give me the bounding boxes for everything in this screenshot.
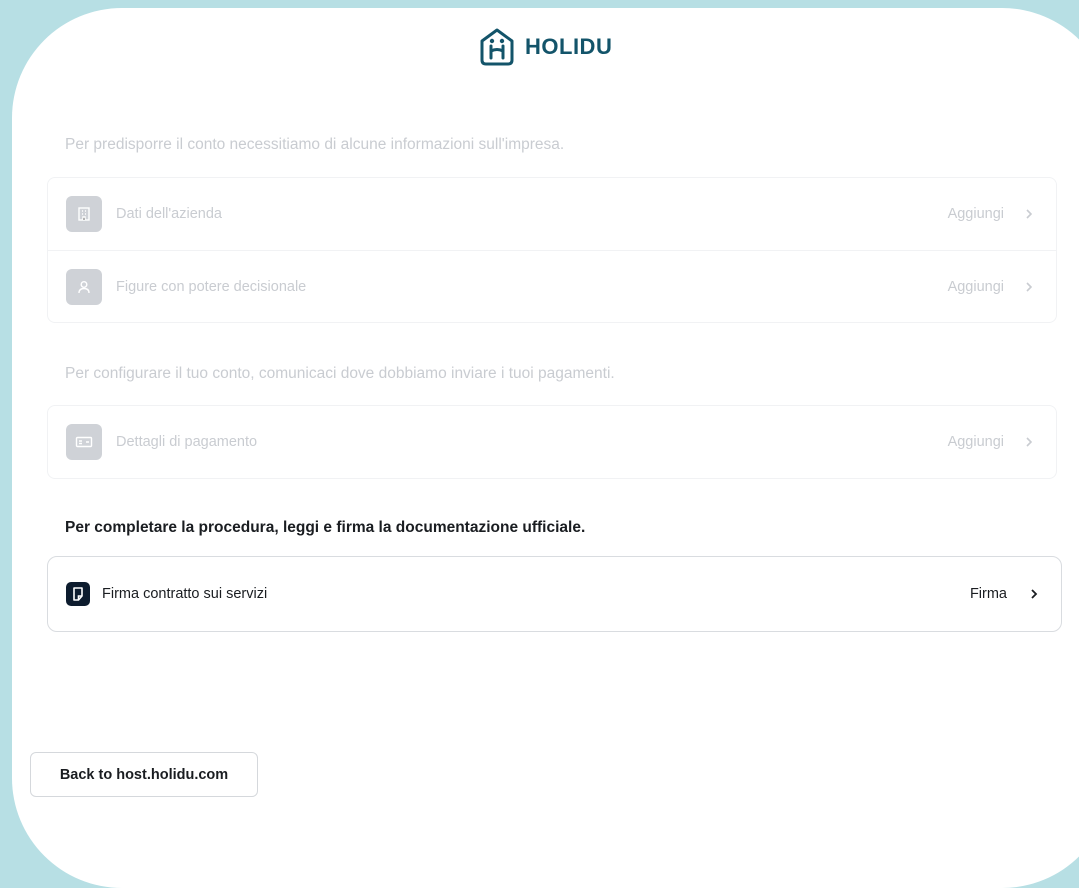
- row-sign-contract[interactable]: Firma contratto sui servizi Firma: [48, 557, 1061, 631]
- back-to-host-button[interactable]: Back to host.holidu.com: [30, 752, 258, 797]
- chevron-right-icon: [1024, 436, 1034, 448]
- row-payment-details[interactable]: Dettagli di pagamento Aggiungi: [48, 406, 1056, 478]
- chevron-right-icon: [1024, 208, 1034, 220]
- holidu-house-icon: [480, 28, 514, 66]
- chevron-right-icon: [1029, 588, 1039, 600]
- add-link[interactable]: Aggiungi: [948, 206, 1004, 222]
- sign-link[interactable]: Firma: [970, 586, 1007, 602]
- section-intro-payments: Per configurare il tuo conto, comunicaci…: [65, 365, 615, 382]
- row-company-data[interactable]: Dati dell'azienda Aggiungi: [48, 178, 1056, 250]
- row-decision-makers[interactable]: Figure con potere decisionale Aggiungi: [48, 250, 1056, 322]
- person-icon: [66, 268, 102, 305]
- building-icon: [66, 196, 102, 232]
- chevron-right-icon: [1024, 281, 1034, 293]
- add-link[interactable]: Aggiungi: [948, 434, 1004, 450]
- brand-name: HOLIDU: [525, 34, 613, 59]
- row-label: Figure con potere decisionale: [116, 278, 307, 295]
- section-intro-sign: Per completare la procedura, leggi e fir…: [65, 519, 586, 536]
- payment-group: Dettagli di pagamento Aggiungi: [47, 405, 1057, 479]
- payment-card-icon: [66, 424, 102, 460]
- row-label: Dati dell'azienda: [116, 206, 222, 222]
- row-label: Firma contratto sui servizi: [102, 586, 268, 602]
- sign-group: Firma contratto sui servizi Firma: [47, 556, 1062, 632]
- section-intro-company: Per predisporre il conto necessitiamo di…: [65, 136, 565, 153]
- company-info-group: Dati dell'azienda Aggiungi Figure con po…: [47, 177, 1057, 323]
- document-sign-icon: [66, 582, 90, 606]
- row-label: Dettagli di pagamento: [116, 434, 258, 450]
- holidu-logo: HOLIDU: [478, 25, 612, 69]
- add-link[interactable]: Aggiungi: [948, 279, 1004, 295]
